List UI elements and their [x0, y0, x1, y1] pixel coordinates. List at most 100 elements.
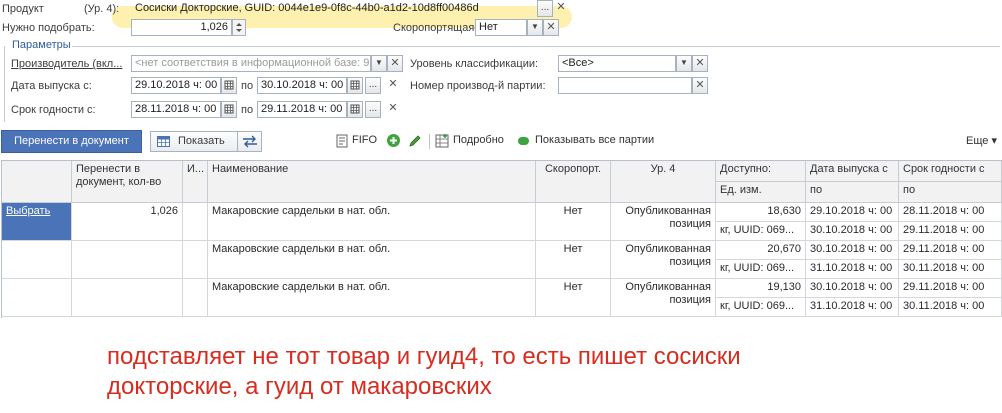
header-shelf[interactable]: Срок годности с [899, 161, 1002, 182]
fifo-document-icon [336, 134, 348, 148]
batch-field[interactable] [558, 77, 692, 94]
transfer-to-document-button[interactable]: Перенести в документ [1, 130, 142, 153]
shelf-clear-icon[interactable]: ✕ [385, 101, 401, 118]
select-link[interactable]: Выбрать [2, 203, 72, 241]
more-menu-button[interactable]: Еще ▾ [966, 134, 997, 147]
toggle-icon[interactable] [517, 136, 530, 146]
shelf-to-label: по [241, 104, 254, 116]
row-i [183, 203, 208, 241]
header-shelf-to[interactable]: по [899, 182, 1002, 203]
row-unit: кг, UUID: 069... [716, 222, 806, 241]
show-button[interactable]: Показать [150, 131, 262, 152]
product-level-label: (Ур. 4): [84, 3, 120, 15]
row-available: 20,670 [716, 241, 806, 260]
params-group-title: Параметры [12, 39, 71, 51]
row-release-from: 30.10.2018 ч: 00 [806, 241, 899, 260]
row-perishable: Нет [536, 279, 611, 317]
row-unit: кг, UUID: 069... [716, 260, 806, 279]
row-name[interactable]: Макаровские сардельки в нат. обл. [208, 279, 536, 317]
class-level-label: Уровень классификации: [410, 58, 539, 70]
row-level4-line2: позиция [669, 218, 711, 230]
row-unit: кг, UUID: 069... [716, 298, 806, 317]
header-unit[interactable]: Ед. изм. [716, 182, 806, 203]
release-period-button[interactable]: ... [365, 77, 381, 94]
fifo-button[interactable]: FIFO [352, 134, 377, 146]
class-level-dropdown-icon[interactable]: ▼ [676, 55, 692, 72]
product-clear-icon[interactable]: ✕ [553, 0, 569, 17]
header-action [2, 161, 72, 203]
row-release-to: 30.10.2018 ч: 00 [806, 222, 899, 241]
batches-table: Перенести в документ, кол-во И... Наимен… [1, 160, 1002, 318]
header-level4[interactable]: Ур. 4 [611, 161, 716, 203]
need-label: Нужно подобрать: [2, 22, 95, 34]
batch-clear-icon[interactable]: ✕ [692, 77, 708, 94]
shelf-from-field[interactable]: 28.11.2018 ч: 00 [131, 101, 221, 118]
show-all-batches-toggle[interactable]: Показывать все партии [535, 134, 654, 146]
row-action[interactable] [2, 241, 72, 279]
annotation-line-2: докторские, а гуид от макаровских [107, 373, 492, 400]
stepper-arrows-icon [236, 23, 242, 32]
row-qty[interactable] [72, 279, 183, 317]
release-to-label: по [241, 80, 254, 92]
release-from-calendar-icon[interactable] [221, 77, 237, 94]
row-release-to: 31.10.2018 ч: 00 [806, 260, 899, 279]
release-label: Дата выпуска с: [11, 80, 92, 92]
perishable-dropdown-icon[interactable]: ▼ [527, 19, 543, 36]
row-qty[interactable] [72, 241, 183, 279]
header-available[interactable]: Доступно: [716, 161, 806, 182]
add-icon[interactable] [386, 133, 401, 148]
row-shelf-from: 29.11.2018 ч: 00 [899, 241, 1002, 260]
manufacturer-clear-icon[interactable]: ✕ [387, 55, 403, 72]
shelf-period-button[interactable]: ... [365, 101, 381, 118]
details-table-icon [435, 134, 449, 148]
row-action[interactable] [2, 279, 72, 317]
product-choose-button[interactable]: ... [537, 0, 553, 17]
header-name[interactable]: Наименование [208, 161, 536, 203]
class-level-select[interactable]: <Все> [558, 55, 676, 72]
release-clear-icon[interactable]: ✕ [385, 77, 401, 94]
class-level-clear-icon[interactable]: ✕ [692, 55, 708, 72]
header-perishable[interactable]: Скоропорт. [536, 161, 611, 203]
row-level4-line2: позиция [669, 294, 711, 306]
batch-label: Номер производ-й партии: [410, 80, 546, 92]
toolbar-separator [429, 134, 430, 149]
need-quantity-stepper[interactable] [232, 19, 246, 36]
row-perishable: Нет [536, 241, 611, 279]
release-to-field[interactable]: 30.10.2018 ч: 00 [257, 77, 347, 94]
row-level4: Опубликованная позиция [611, 279, 716, 317]
shelf-to-calendar-icon[interactable] [347, 101, 363, 118]
row-shelf-to: 30.11.2018 ч: 00 [899, 260, 1002, 279]
manufacturer-field[interactable]: <нет соответствия в информационной базе:… [131, 55, 371, 72]
need-quantity-field[interactable]: 1,026 [131, 19, 232, 36]
params-group-divider [72, 46, 1000, 47]
release-to-calendar-icon[interactable] [347, 77, 363, 94]
row-qty[interactable]: 1,026 [72, 203, 183, 241]
perishable-clear-icon[interactable]: ✕ [543, 19, 559, 36]
show-button-label: Показать [178, 135, 225, 147]
shelf-from-calendar-icon[interactable] [221, 101, 237, 118]
header-release-to[interactable]: по [806, 182, 899, 203]
details-button[interactable]: Подробно [453, 134, 504, 146]
row-available: 18,630 [716, 203, 806, 222]
manufacturer-dropdown-icon[interactable]: ▼ [371, 55, 387, 72]
row-shelf-to: 30.11.2018 ч: 00 [899, 298, 1002, 317]
header-release[interactable]: Дата выпуска с [806, 161, 899, 182]
row-name[interactable]: Макаровские сардельки в нат. обл. [208, 203, 536, 241]
perishable-select[interactable]: Нет [475, 19, 527, 36]
shelf-label: Срок годности с: [11, 104, 96, 116]
release-from-field[interactable]: 29.10.2018 ч: 00 [131, 77, 221, 94]
row-i [183, 241, 208, 279]
annotation-line-1: подставляет не тот товар и гуид4, то ест… [107, 343, 741, 370]
row-available: 19,130 [716, 279, 806, 298]
header-transfer-qty[interactable]: Перенести в документ, кол-во [72, 161, 183, 203]
header-i[interactable]: И... [183, 161, 208, 203]
params-group-border [4, 46, 5, 122]
row-shelf-to: 29.11.2018 ч: 00 [899, 222, 1002, 241]
row-name[interactable]: Макаровские сардельки в нат. обл. [208, 241, 536, 279]
edit-pencil-icon[interactable] [408, 134, 422, 148]
manufacturer-link[interactable]: Производитель (вкл... [11, 58, 122, 70]
shelf-to-field[interactable]: 29.11.2018 ч: 00 [257, 101, 347, 118]
product-field[interactable]: Сосиски Докторские, GUID: 0044e1e9-0f8c-… [131, 0, 535, 17]
swap-arrows-icon [243, 135, 257, 148]
row-release-to: 31.10.2018 ч: 00 [806, 298, 899, 317]
